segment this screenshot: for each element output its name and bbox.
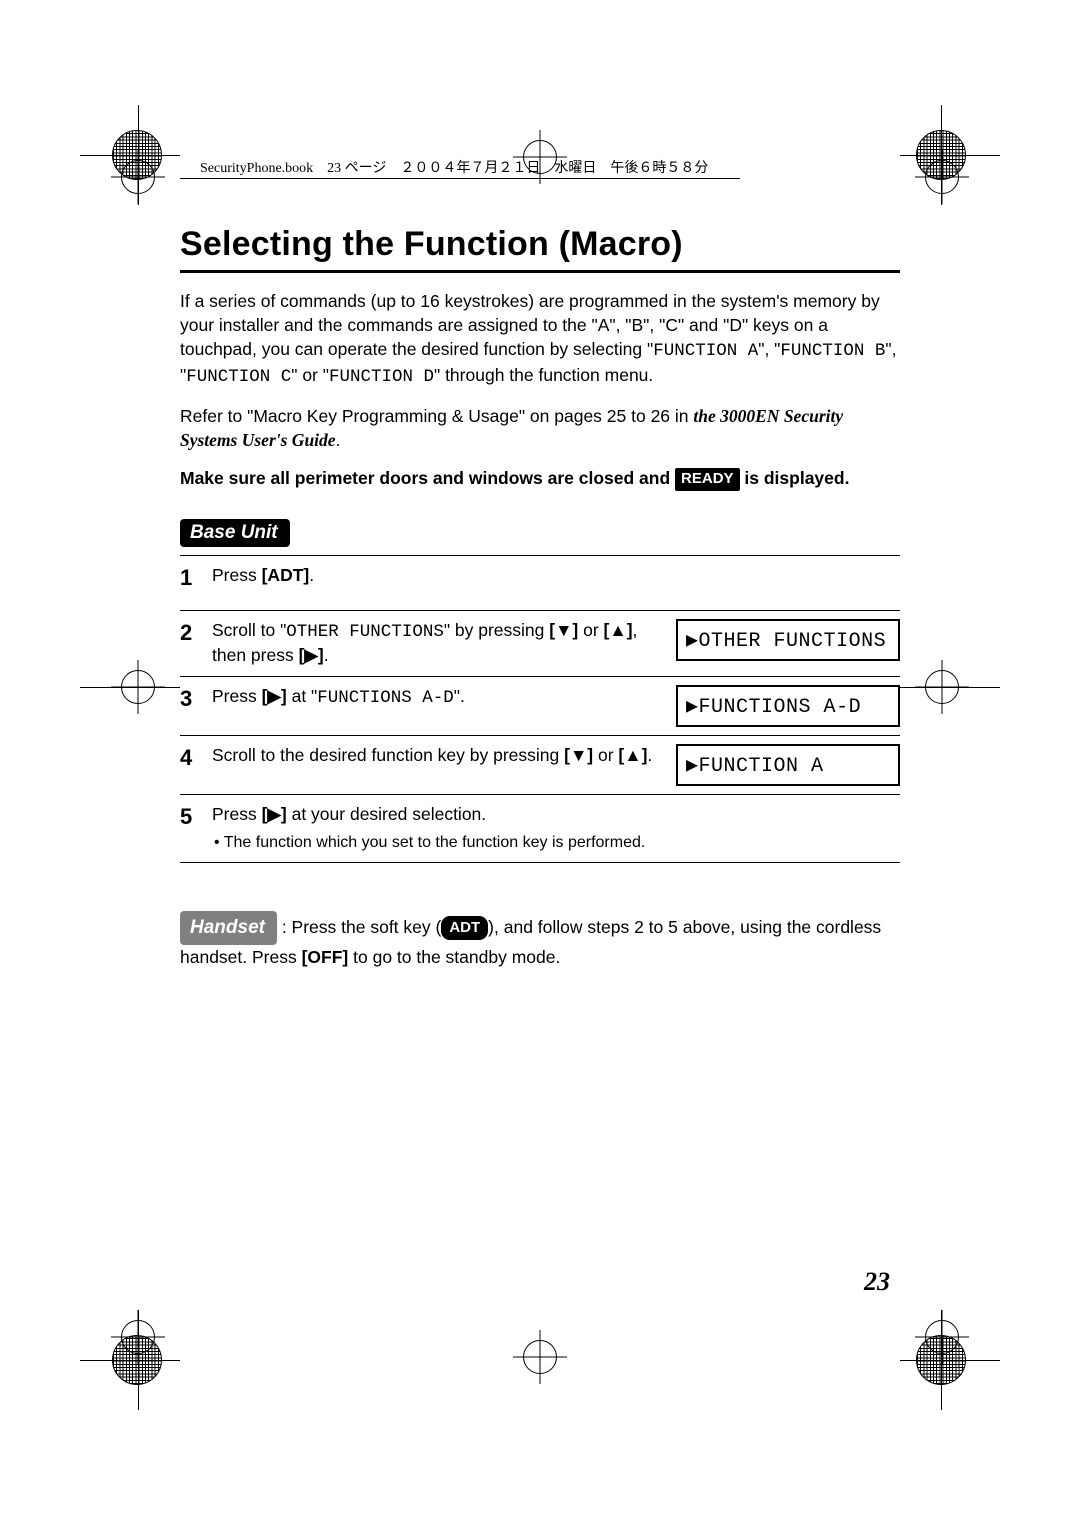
- step-text-fragment: at ": [287, 686, 318, 706]
- intro-paragraph-1: If a series of commands (up to 16 keystr…: [180, 289, 900, 390]
- step-text-fragment: ".: [454, 686, 465, 706]
- steps-list: 1 Press [ADT]. 2 Scroll to "OTHER FUNCTI…: [180, 555, 900, 863]
- registration-mark: [925, 1320, 959, 1354]
- crop-line: [900, 155, 1000, 156]
- step-text-fragment: .: [324, 645, 329, 665]
- down-arrow-key: [▼]: [549, 620, 578, 640]
- intro-text: " or ": [291, 365, 329, 385]
- step-text-fragment: or: [593, 745, 618, 765]
- step-text: Press [▶] at "FUNCTIONS A-D".: [212, 685, 670, 711]
- lcd-display: ▶FUNCTIONS A-D: [676, 685, 900, 727]
- step-display-slot: ▶FUNCTION A: [676, 744, 900, 786]
- step-row: 4 Scroll to the desired function key by …: [180, 735, 900, 794]
- handset-label: Handset: [180, 911, 277, 945]
- intro-text: .: [336, 430, 341, 450]
- step-text: Scroll to "OTHER FUNCTIONS" by pressing …: [212, 619, 670, 668]
- off-key: [OFF]: [302, 947, 349, 967]
- step-text-fragment: at your desired selection.: [287, 804, 486, 824]
- up-arrow-key: [▲]: [618, 745, 647, 765]
- step-number: 1: [180, 564, 206, 591]
- step-note: • The function which you set to the func…: [212, 832, 662, 854]
- step-text: Scroll to the desired function key by pr…: [212, 744, 670, 768]
- crop-line: [80, 687, 180, 688]
- step-text-fragment: .: [309, 565, 314, 585]
- step-display-slot: ▶FUNCTIONS A-D: [676, 685, 900, 727]
- base-unit-label: Base Unit: [180, 519, 290, 547]
- step-number: 5: [180, 803, 206, 830]
- step-text-fragment: Scroll to ": [212, 620, 286, 640]
- right-arrow-key: [▶]: [262, 686, 287, 706]
- step-number: 3: [180, 685, 206, 712]
- key-adt: [ADT]: [262, 565, 310, 585]
- intro-paragraph-2: Refer to "Macro Key Programming & Usage"…: [180, 404, 900, 452]
- right-arrow-key: [▶]: [299, 645, 324, 665]
- function-d-label: FUNCTION D: [329, 367, 434, 387]
- registration-mark: [121, 160, 155, 194]
- crop-line: [80, 1360, 180, 1361]
- intro-text: " through the function menu.: [434, 365, 653, 385]
- crop-line: [900, 1360, 1000, 1361]
- page-number: 23: [864, 1267, 890, 1297]
- function-b-label: FUNCTION B: [780, 341, 885, 361]
- handset-text: : Press the soft key (: [277, 917, 441, 937]
- menu-item-label: FUNCTIONS A-D: [317, 688, 454, 708]
- step-row: 1 Press [ADT].: [180, 555, 900, 610]
- registration-mark: [121, 1320, 155, 1354]
- step-text-fragment: Press: [212, 686, 262, 706]
- registration-mark: [925, 160, 959, 194]
- step-text: Press [ADT].: [212, 564, 670, 588]
- up-arrow-key: [▲]: [604, 620, 633, 640]
- step-text-fragment: " by pressing: [444, 620, 549, 640]
- title-underline: [180, 270, 900, 273]
- header-rule: [180, 178, 740, 179]
- intro-text: ", ": [758, 339, 780, 359]
- step-text-fragment: Press: [212, 565, 262, 585]
- intro-text: Refer to "Macro Key Programming & Usage"…: [180, 406, 693, 426]
- intro-text: Make sure all perimeter doors and window…: [180, 468, 675, 488]
- step-row: 3 Press [▶] at "FUNCTIONS A-D". ▶FUNCTIO…: [180, 676, 900, 735]
- crop-line: [900, 687, 1000, 688]
- step-text-fragment: or: [578, 620, 603, 640]
- handset-text: to go to the standby mode.: [348, 947, 560, 967]
- down-arrow-key: [▼]: [564, 745, 593, 765]
- step-text-fragment: .: [647, 745, 652, 765]
- step-row: 5 Press [▶] at your desired selection. •…: [180, 794, 900, 863]
- step-text-fragment: Scroll to the desired function key by pr…: [212, 745, 564, 765]
- running-header: SecurityPhone.book 23 ページ ２００４年７月２１日 水曜日…: [180, 125, 900, 177]
- step-row: 2 Scroll to "OTHER FUNCTIONS" by pressin…: [180, 610, 900, 676]
- function-c-label: FUNCTION C: [186, 367, 291, 387]
- step-display-slot: ▶OTHER FUNCTIONS: [676, 619, 900, 661]
- handset-paragraph: Handset : Press the soft key (ADT), and …: [180, 897, 900, 970]
- intro-paragraph-3: Make sure all perimeter doors and window…: [180, 466, 900, 491]
- right-arrow-key: [▶]: [262, 804, 287, 824]
- step-text-fragment: Press: [212, 804, 262, 824]
- ready-badge: READY: [675, 468, 740, 491]
- lcd-display: ▶OTHER FUNCTIONS: [676, 619, 900, 661]
- step-text: Press [▶] at your desired selection. • T…: [212, 803, 670, 854]
- intro-text: is displayed.: [740, 468, 850, 488]
- crop-line: [80, 155, 180, 156]
- softkey-adt-icon: ADT: [441, 916, 488, 940]
- menu-item-label: OTHER FUNCTIONS: [286, 622, 444, 642]
- page-content: SecurityPhone.book 23 ページ ２００４年７月２１日 水曜日…: [180, 125, 900, 1385]
- step-number: 2: [180, 619, 206, 646]
- page-title: Selecting the Function (Macro): [180, 225, 900, 264]
- function-a-label: FUNCTION A: [653, 341, 758, 361]
- lcd-display: ▶FUNCTION A: [676, 744, 900, 786]
- step-number: 4: [180, 744, 206, 771]
